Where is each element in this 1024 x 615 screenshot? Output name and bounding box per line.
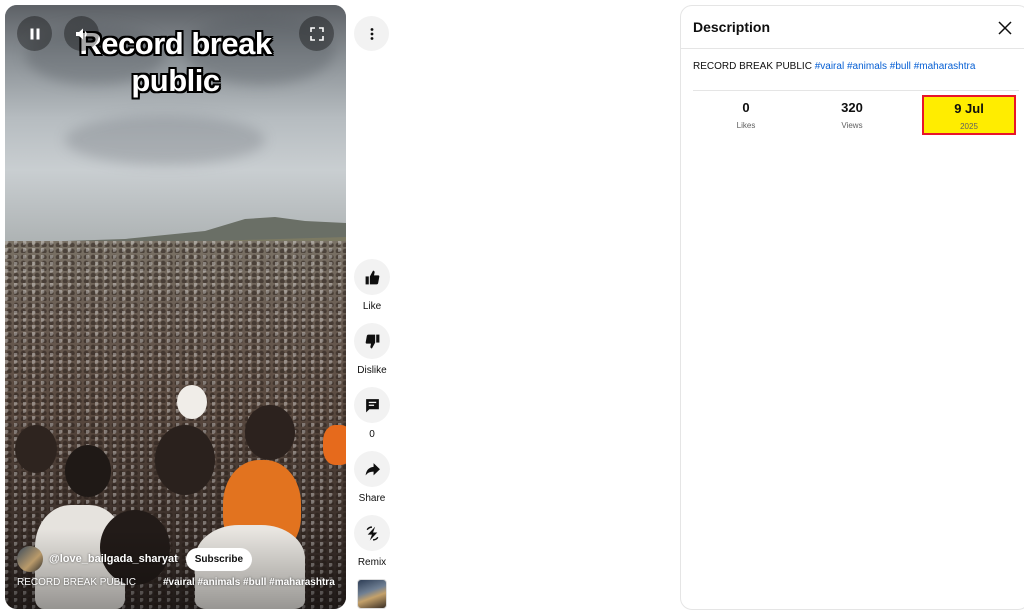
views-stat: 320 Views xyxy=(817,100,887,130)
description-text: RECORD BREAK PUBLIC #vairal #animals #bu… xyxy=(693,61,975,72)
remix-label: Remix xyxy=(357,557,387,568)
like-action: Like xyxy=(352,259,392,312)
share-action: Share xyxy=(352,451,392,504)
channel-avatar[interactable] xyxy=(17,546,43,572)
subscribe-button[interactable]: Subscribe xyxy=(185,547,253,571)
remix-icon xyxy=(366,525,378,541)
description-panel: Description RECORD BREAK PUBLIC #vairal … xyxy=(680,5,1024,610)
close-button[interactable] xyxy=(994,17,1016,39)
panel-title: Description xyxy=(693,19,771,35)
dislike-action: Dislike xyxy=(352,323,392,376)
video-hashtags[interactable]: #vairal #animals #bull #maharashtra xyxy=(163,577,335,588)
upload-year: 2025 xyxy=(960,122,978,131)
remix-action: Remix xyxy=(352,515,392,568)
crowd-head xyxy=(177,385,207,419)
video-cloud xyxy=(65,115,265,165)
video-title[interactable]: RECORD BREAK PUBLIC xyxy=(17,577,136,588)
remix-button[interactable] xyxy=(354,515,390,551)
share-icon xyxy=(365,462,380,475)
channel-row: @love_bailgada_sharyat Subscribe xyxy=(17,546,253,572)
comment-icon xyxy=(365,398,379,412)
comments-action: 0 xyxy=(352,387,392,440)
close-icon xyxy=(998,21,1012,35)
overlay-text-line: public xyxy=(131,63,220,98)
channel-handle[interactable]: @love_bailgada_sharyat xyxy=(49,553,178,565)
hashtag-link[interactable]: #bull xyxy=(890,61,911,72)
video-overlay-text: Record break public xyxy=(5,25,346,99)
pause-button[interactable] xyxy=(17,16,52,51)
hashtag-link[interactable]: #vairal xyxy=(815,61,844,72)
like-button[interactable] xyxy=(354,259,390,295)
more-vert-icon xyxy=(370,27,373,40)
views-count: 320 xyxy=(841,100,863,115)
comments-button[interactable] xyxy=(354,387,390,423)
like-label: Like xyxy=(362,301,382,312)
panel-header: Description xyxy=(681,6,1024,49)
volume-icon xyxy=(75,28,87,39)
comments-count: 0 xyxy=(369,429,375,440)
upload-date-stat: 9 Jul 2025 xyxy=(922,95,1016,135)
crowd-head xyxy=(155,425,215,495)
hashtag-link[interactable]: #maharashtra xyxy=(914,61,976,72)
pause-icon xyxy=(30,28,39,39)
shorts-video-player[interactable]: Record break public @love_bailgada_shary… xyxy=(5,5,346,609)
upload-date: 9 Jul xyxy=(954,101,984,116)
crowd-head xyxy=(65,445,111,497)
share-label: Share xyxy=(358,493,386,504)
fullscreen-button[interactable] xyxy=(299,16,334,51)
description-title: RECORD BREAK PUBLIC xyxy=(693,61,812,72)
dislike-button[interactable] xyxy=(354,323,390,359)
overlay-text-line: Record break xyxy=(79,26,272,61)
crowd-head xyxy=(245,405,295,460)
likes-stat: 0 Likes xyxy=(711,100,781,130)
more-options-button[interactable] xyxy=(354,16,389,51)
hashtag-link[interactable]: #animals xyxy=(847,61,887,72)
divider xyxy=(693,90,1019,91)
views-caption: Views xyxy=(841,121,863,130)
orange-turban xyxy=(323,425,346,465)
thumbs-up-icon xyxy=(365,270,379,284)
likes-caption: Likes xyxy=(736,121,756,130)
dislike-label: Dislike xyxy=(357,365,387,376)
likes-count: 0 xyxy=(742,100,750,115)
crowd-head xyxy=(15,425,57,473)
volume-button[interactable] xyxy=(64,16,99,51)
share-button[interactable] xyxy=(354,451,390,487)
fullscreen-icon xyxy=(309,26,324,41)
sound-thumbnail[interactable] xyxy=(357,579,387,609)
thumbs-down-icon xyxy=(365,334,379,348)
